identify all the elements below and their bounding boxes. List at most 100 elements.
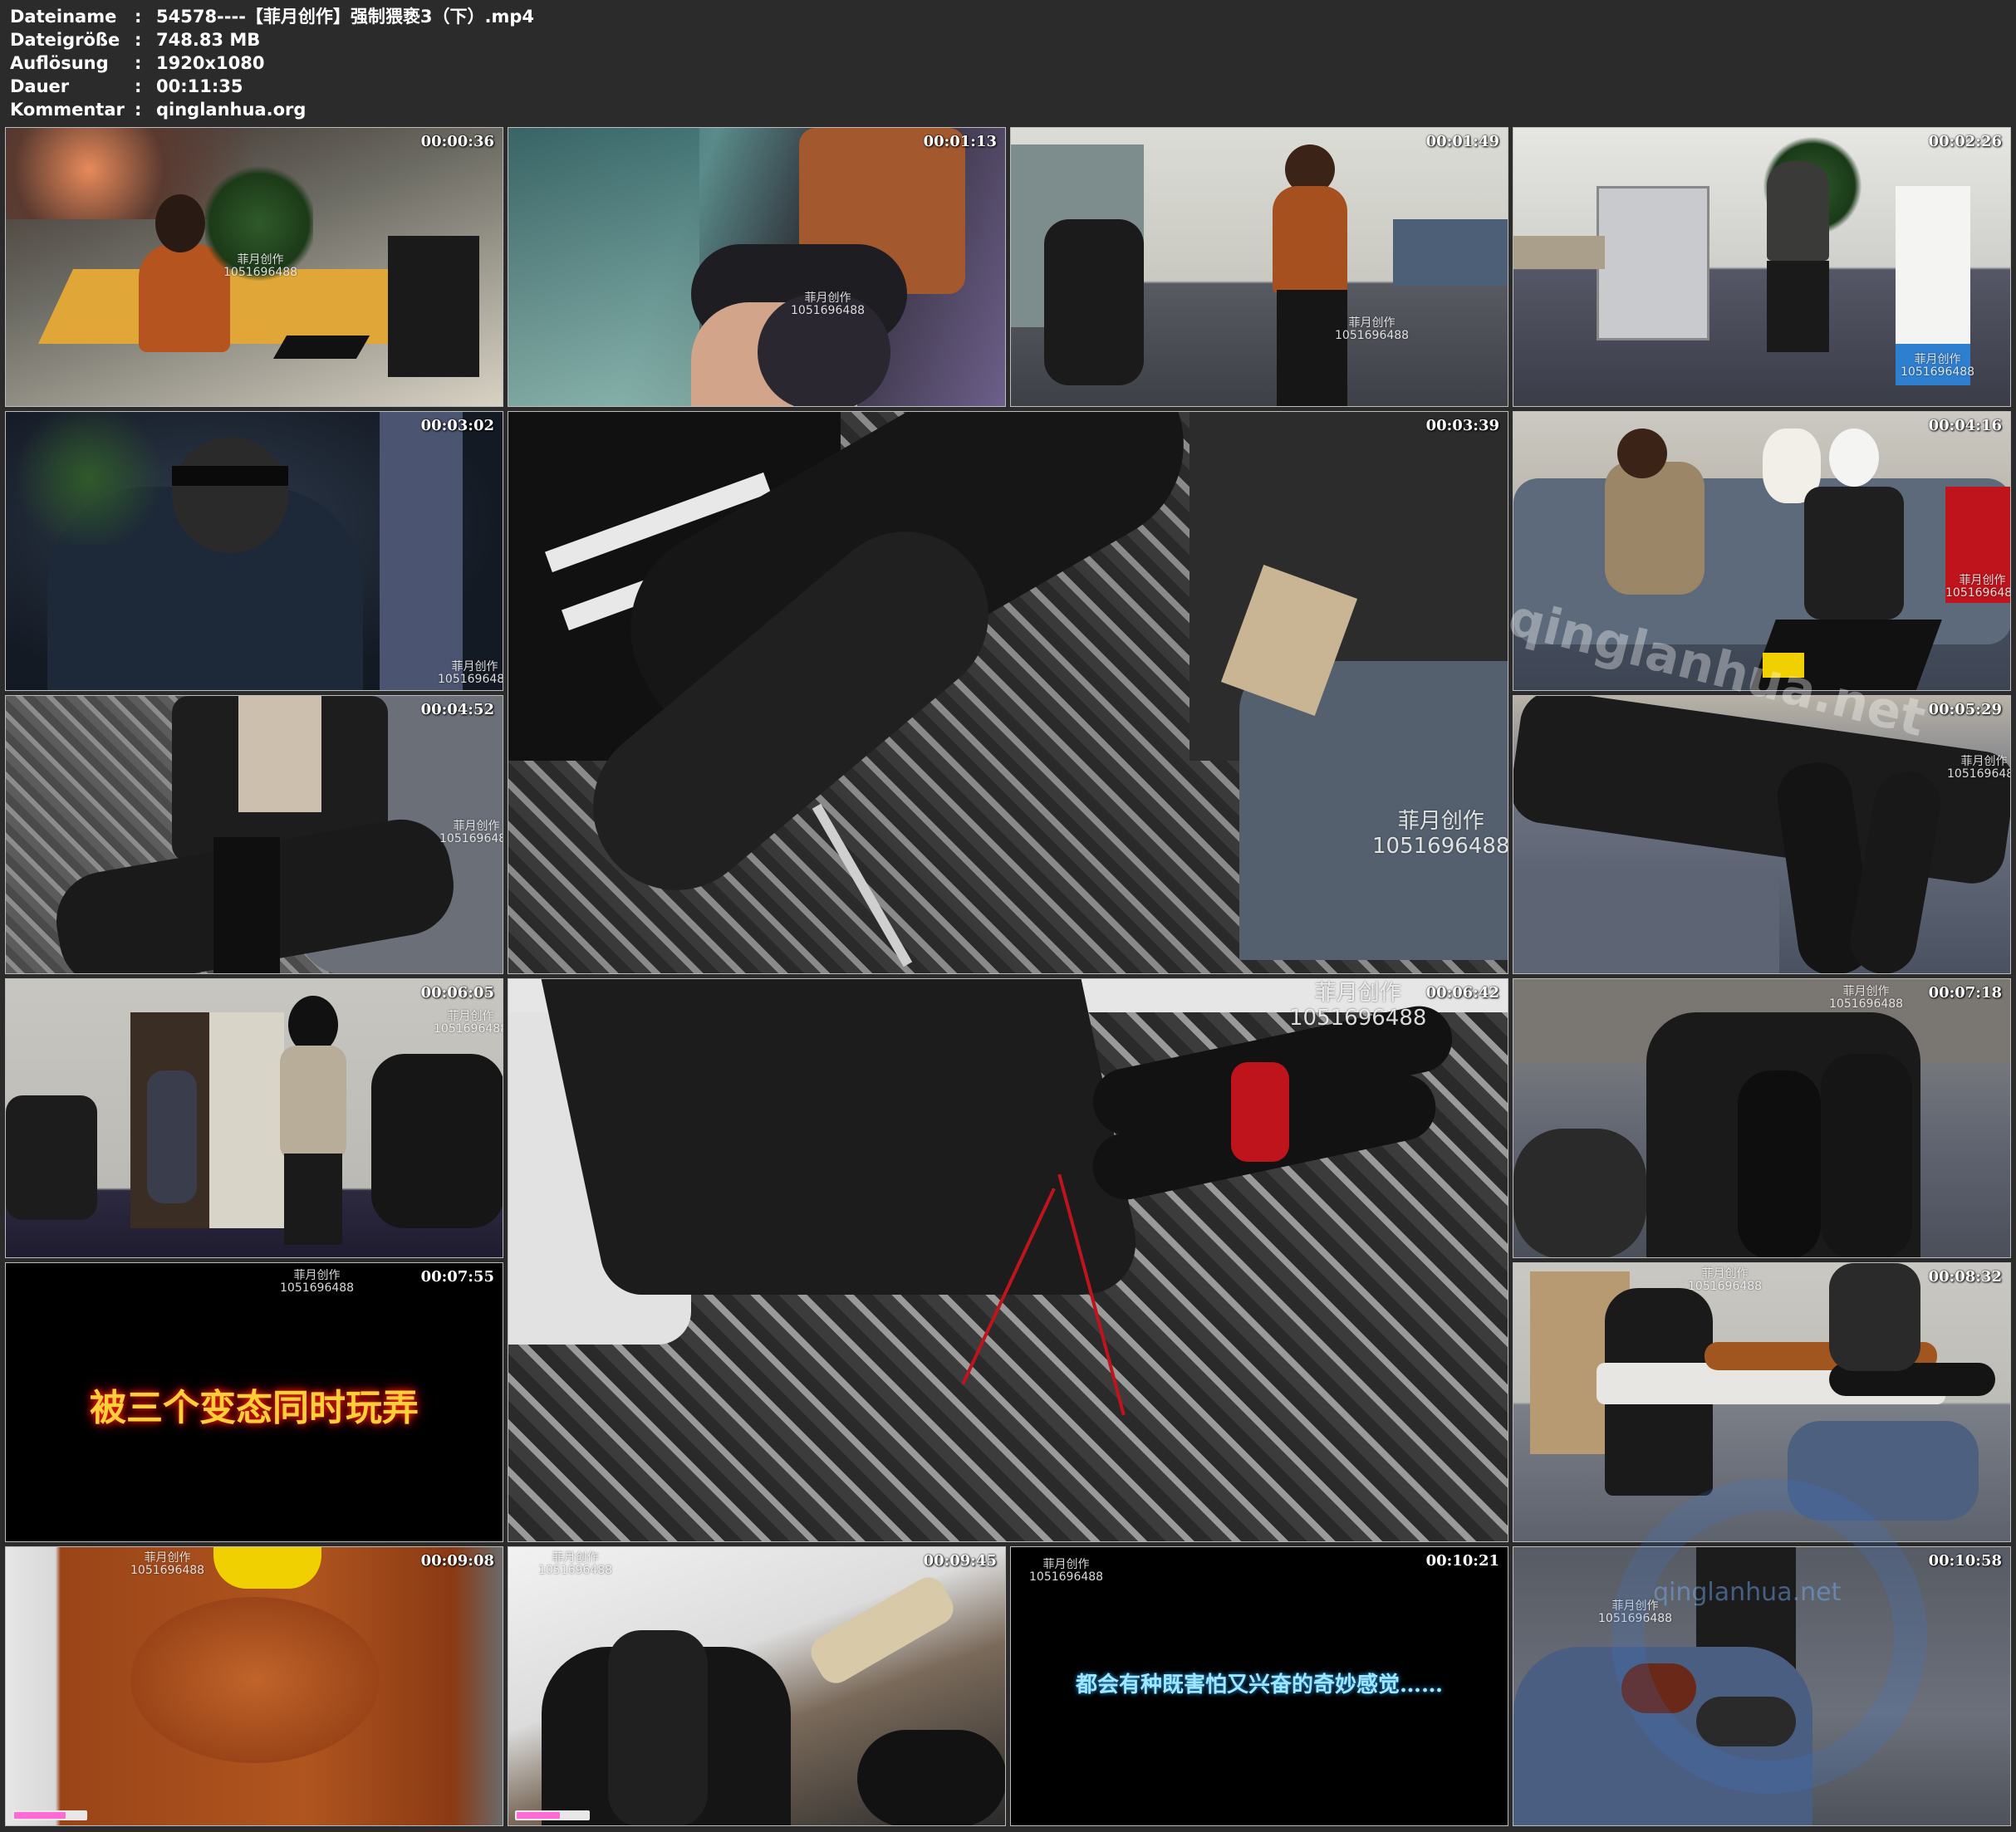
thumbnail-00-09-08[interactable]: 菲月创作 1051696488 00:09:08	[5, 1546, 503, 1826]
timestamp: 00:09:08	[420, 1552, 494, 1570]
thumbnail-00-09-45[interactable]: 菲月创作 1051696488 00:09:45	[508, 1546, 1006, 1826]
info-row-filesize: Dateigröße : 748.83 MB	[10, 28, 534, 51]
watermark: 菲月创作 1051696488	[1289, 981, 1426, 1031]
watermark-line1: 菲月创作	[1959, 574, 2006, 587]
info-row-duration: Dauer : 00:11:35	[10, 75, 534, 98]
watermark-line2: 1051696488	[1289, 1006, 1427, 1031]
watermark-line2: 1051696488	[1029, 1570, 1104, 1584]
watermark-line1: 菲月创作	[453, 820, 500, 833]
info-colon: :	[135, 53, 142, 73]
timestamp: 00:08:32	[1928, 1268, 2002, 1286]
timestamp: 00:04:16	[1928, 417, 2002, 434]
watermark: 菲月创作 1051696488	[1945, 574, 2010, 600]
file-info-panel: Dateiname : 54578----【菲月创作】强制猥亵3（下）.mp4 …	[10, 5, 534, 121]
watermark-line1: 菲月创作	[451, 660, 498, 674]
watermark-line1: 菲月创作	[1842, 985, 1890, 998]
thumbnail-00-02-26[interactable]: 菲月创作 1051696488 00:02:26	[1513, 127, 2011, 407]
watermark-line1: 菲月创作	[447, 1010, 494, 1023]
thumbnail-00-00-36[interactable]: 菲月创作 1051696488 00:00:36	[5, 127, 503, 407]
info-key: Kommentar	[10, 100, 125, 120]
watermark: 菲月创作 1051696488	[791, 292, 865, 317]
watermark: 菲月创作 1051696488	[1029, 1559, 1103, 1584]
timestamp: 00:00:36	[420, 133, 494, 150]
thumbnail-00-05-29[interactable]: 菲月创作 1051696488 00:05:29	[1513, 695, 2011, 974]
progress-bar	[12, 1810, 87, 1820]
watermark-line2: 1051696488	[1901, 365, 1975, 379]
watermark-line1: 菲月创作	[1348, 316, 1396, 330]
info-key: Auflösung	[10, 53, 109, 73]
watermark-line2: 1051696488	[1688, 1280, 1763, 1293]
timestamp: 00:05:29	[1928, 701, 2002, 718]
timestamp: 00:06:05	[420, 984, 494, 1002]
watermark-line2: 1051696488	[1372, 834, 1508, 859]
watermark-ring-logo	[1611, 1478, 1927, 1794]
thumbnail-00-06-42[interactable]: 菲月创作 1051696488 00:06:42	[508, 978, 1508, 1542]
thumbnail-00-07-18[interactable]: 菲月创作 1051696488 00:07:18	[1513, 978, 2011, 1258]
watermark-line2: 1051696488	[1947, 767, 2010, 781]
watermark-line1: 菲月创作	[1042, 1558, 1090, 1571]
thumbnail-00-03-02[interactable]: 菲月创作 1051696488 00:03:02	[5, 411, 503, 691]
watermark-line1: 菲月创作	[804, 291, 851, 305]
timestamp: 00:10:21	[1425, 1552, 1499, 1570]
watermark: 菲月创作 1051696488	[1335, 317, 1409, 342]
watermark: 菲月创作 1051696488	[434, 1011, 503, 1036]
watermark: 菲月创作 1051696488	[439, 820, 503, 845]
watermark: 菲月创作 1051696488	[438, 661, 503, 686]
watermark: 菲月创作 1051696488	[223, 254, 297, 279]
info-value: 748.83 MB	[156, 30, 261, 50]
info-row-filename: Dateiname : 54578----【菲月创作】强制猥亵3（下）.mp4	[10, 5, 534, 28]
caption-text: 被三个变态同时玩弄	[90, 1387, 419, 1429]
thumbnail-00-04-52[interactable]: 菲月创作 1051696488 00:04:52	[5, 695, 503, 974]
timestamp: 00:04:52	[420, 701, 494, 718]
thumbnail-00-03-39[interactable]: 菲月创作 1051696488 00:03:39	[508, 411, 1508, 974]
progress-bar	[515, 1810, 590, 1820]
progress-fill	[14, 1812, 66, 1819]
progress-fill	[517, 1812, 560, 1819]
thumbnail-00-01-13[interactable]: 菲月创作 1051696488 00:01:13	[508, 127, 1006, 407]
info-key: Dateigröße	[10, 30, 120, 50]
watermark: 菲月创作 1051696488	[1372, 809, 1508, 859]
timestamp: 00:07:55	[420, 1268, 494, 1286]
info-colon: :	[135, 100, 142, 120]
watermark-line2: 1051696488	[1829, 997, 1904, 1011]
watermark-line1: 菲月创作	[1960, 755, 2008, 768]
watermark-line1: 菲月创作	[1314, 981, 1401, 1006]
watermark-line1: 菲月创作	[1397, 809, 1484, 834]
watermark: 菲月创作 1051696488	[1829, 986, 1903, 1011]
watermark-line2: 1051696488	[130, 1564, 205, 1577]
timestamp: 00:01:49	[1425, 133, 1499, 150]
watermark: 菲月创作 1051696488	[538, 1552, 612, 1577]
info-value: 54578----【菲月创作】强制猥亵3（下）.mp4	[156, 7, 535, 27]
watermark-line2: 1051696488	[1945, 586, 2010, 600]
thumbnail-00-06-05[interactable]: 菲月创作 1051696488 00:06:05	[5, 978, 503, 1258]
info-value: qinglanhua.org	[156, 100, 307, 120]
timestamp: 00:03:02	[420, 417, 494, 434]
info-row-resolution: Auflösung : 1920x1080	[10, 51, 534, 75]
timestamp: 00:01:13	[923, 133, 997, 150]
info-colon: :	[135, 7, 142, 27]
thumbnail-00-07-55[interactable]: 菲月创作 1051696488 被三个变态同时玩弄 00:07:55	[5, 1262, 503, 1542]
timestamp: 00:09:45	[923, 1552, 997, 1570]
thumbnail-00-01-49[interactable]: 菲月创作 1051696488 00:01:49	[1010, 127, 1508, 407]
info-key: Dateiname	[10, 7, 117, 27]
watermark-line2: 1051696488	[438, 673, 503, 686]
watermark-line2: 1051696488	[439, 832, 503, 845]
timestamp: 00:10:58	[1928, 1552, 2002, 1570]
watermark-line1: 菲月创作	[144, 1551, 191, 1565]
info-colon: :	[135, 76, 142, 96]
watermark-line2: 1051696488	[434, 1022, 503, 1036]
timestamp: 00:03:39	[1425, 417, 1499, 434]
watermark-line1: 菲月创作	[552, 1551, 599, 1565]
watermark-line2: 1051696488	[280, 1281, 355, 1295]
caption-text: 都会有种既害怕又兴奋的奇妙感觉……	[1075, 1673, 1443, 1697]
thumbnail-00-04-16[interactable]: 菲月创作 1051696488 00:04:16	[1513, 411, 2011, 691]
info-value: 1920x1080	[156, 53, 265, 73]
watermark-line2: 1051696488	[223, 266, 298, 279]
thumbnail-00-10-21[interactable]: 菲月创作 1051696488 都会有种既害怕又兴奋的奇妙感觉…… 00:10:…	[1010, 1546, 1508, 1826]
info-row-comment: Kommentar : qinglanhua.org	[10, 98, 534, 121]
watermark-line1: 菲月创作	[1701, 1267, 1749, 1281]
info-key: Dauer	[10, 76, 70, 96]
watermark: 菲月创作 1051696488	[280, 1270, 354, 1295]
watermark-line2: 1051696488	[538, 1564, 613, 1577]
timestamp: 00:07:18	[1928, 984, 2002, 1002]
